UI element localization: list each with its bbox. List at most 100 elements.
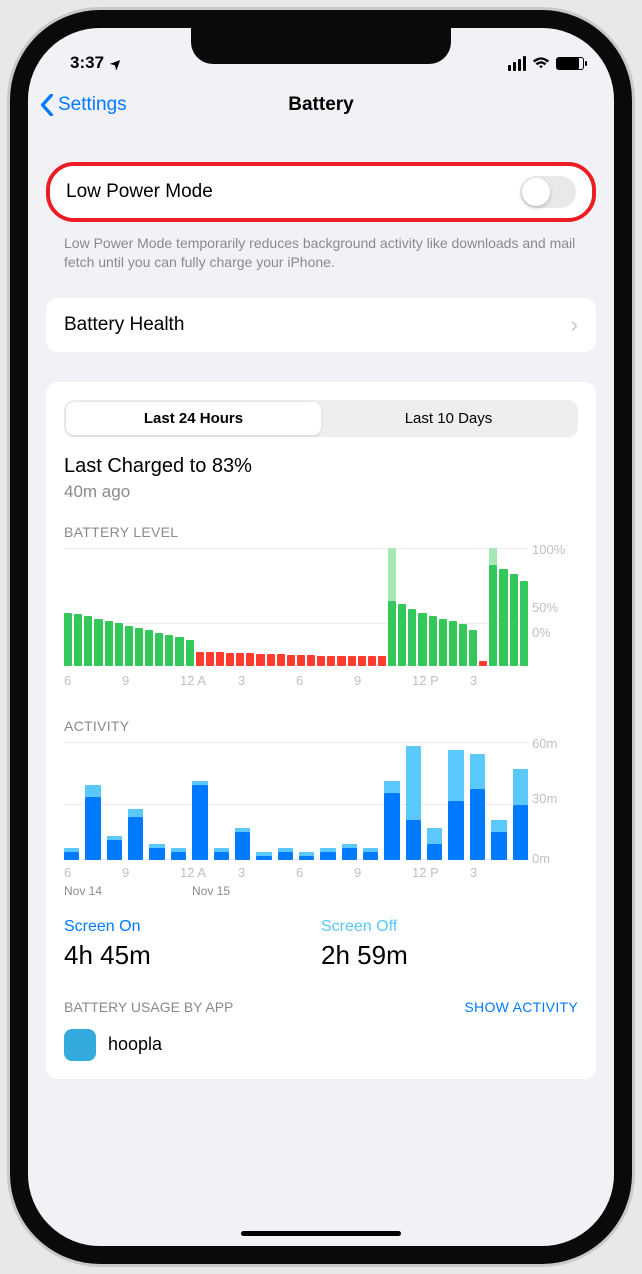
low-power-hint: Low Power Mode temporarily reduces backg… [46,228,596,298]
show-activity-button[interactable]: SHOW ACTIVITY [464,999,578,1015]
status-time: 3:37 ➤ [70,53,122,73]
bar [408,609,416,666]
bar [128,809,143,860]
bar [145,630,153,665]
usage-card: Last 24 Hours Last 10 Days Last Charged … [46,382,596,1079]
bar [320,848,335,860]
battery-level-chart[interactable]: 100% 50% 0% 6912 A36912 P3 [64,548,578,698]
bar [491,820,506,859]
bar [470,754,485,860]
bar [499,569,507,666]
bar [358,656,366,665]
bar [85,785,100,860]
app-icon [64,1029,96,1061]
usage-by-app-label: BATTERY USAGE BY APP [64,999,233,1015]
bar [299,852,314,860]
y-tick: 30m [532,791,557,806]
bar [448,750,463,860]
screen-off-label: Screen Off [321,918,578,936]
battery-health-row[interactable]: Battery Health › [46,298,596,352]
screen-on-label: Screen On [64,918,321,936]
bar [64,613,72,666]
time-range-segment[interactable]: Last 24 Hours Last 10 Days [64,400,578,437]
back-button[interactable]: Settings [40,94,127,116]
bar [135,628,143,666]
activity-label: ACTIVITY [64,718,578,734]
last-charged-ago: 40m ago [64,482,578,502]
bar [439,619,447,666]
bar [149,844,164,860]
location-icon: ➤ [107,54,126,73]
bar [94,619,102,666]
app-row[interactable]: hoopla [64,1015,578,1061]
bar [107,836,122,860]
bar [489,548,497,666]
bar [216,652,224,666]
battery-icon [556,57,584,70]
bar [277,654,285,666]
bar [368,656,376,665]
bar [214,848,229,860]
bar [115,623,123,665]
bar [155,633,163,666]
y-tick: 50% [532,600,558,615]
bar [479,661,487,666]
toggle-knob [522,178,550,206]
bar [398,604,406,665]
page-title: Battery [288,94,353,116]
y-tick: 60m [532,736,557,751]
bar [520,581,528,666]
bar [226,653,234,666]
low-power-toggle[interactable] [520,176,576,208]
bar [459,624,467,665]
tab-10d[interactable]: Last 10 Days [321,402,576,435]
back-label: Settings [58,94,127,116]
screen-time-row: Screen On 4h 45m Screen Off 2h 59m [64,918,578,971]
bar [196,652,204,666]
bar [384,781,399,860]
wifi-icon [532,56,550,70]
bar [84,616,92,666]
y-tick: 100% [532,542,565,557]
bar [378,656,386,665]
bar [427,828,442,859]
app-name: hoopla [108,1034,162,1055]
low-power-mode-row[interactable]: Low Power Mode [50,166,592,218]
bar [256,654,264,666]
bar [171,848,186,860]
bar [186,640,194,666]
bar [64,848,79,860]
chevron-left-icon [40,94,54,116]
bar [418,613,426,666]
bar [363,848,378,860]
y-tick: 0% [532,625,551,640]
cellular-signal-icon [508,56,526,71]
bar [235,828,250,859]
activity-chart[interactable]: 60m 30m 0m 6912 A36912 P3 Nov 14 Nov 15 [64,742,578,902]
chevron-right-icon: › [571,312,578,338]
bar [246,653,254,666]
bar [206,652,214,666]
bar [406,746,421,860]
bar [388,548,396,666]
bar [337,656,345,665]
date-label: Nov 14 [64,884,102,898]
bar [175,637,183,665]
bar [125,626,133,666]
home-indicator[interactable] [241,1231,401,1236]
bar [236,653,244,666]
bar [267,654,275,666]
screen-off-value: 2h 59m [321,940,578,971]
tab-24h[interactable]: Last 24 Hours [66,402,321,435]
bar [348,656,356,665]
bar [510,574,518,666]
bar [256,852,271,860]
battery-level-label: BATTERY LEVEL [64,524,578,540]
bar [74,614,82,666]
bar [327,656,335,665]
bar [192,781,207,860]
bar [513,769,528,859]
battery-health-label: Battery Health [64,314,184,336]
time-text: 3:37 [70,53,104,72]
bar [317,656,325,665]
